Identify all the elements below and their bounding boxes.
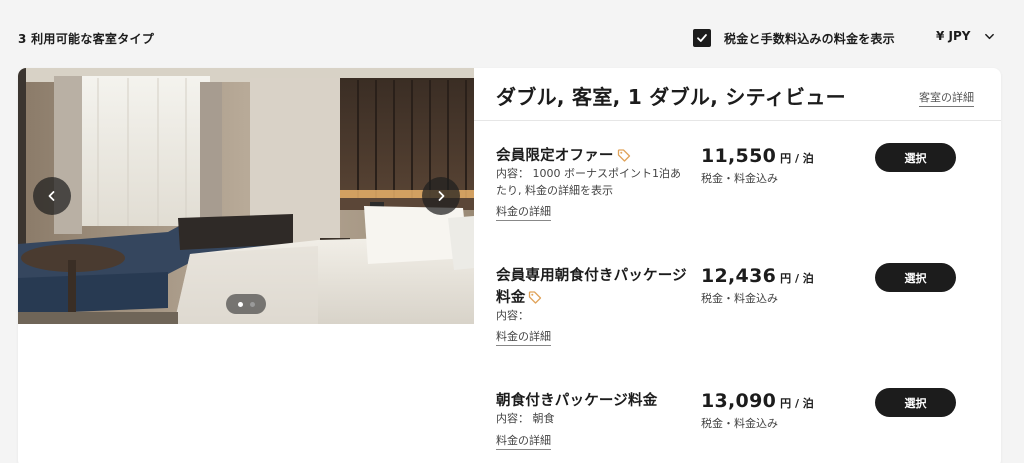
- tax-toggle-label: 税金と手数料込みの料金を表示: [724, 31, 895, 46]
- select-button[interactable]: 選択: [875, 388, 956, 417]
- price-amount: 13,090: [701, 390, 777, 412]
- photo-pagination: [226, 294, 266, 314]
- rate-name: 会員専用朝食付きパッケージ料金: [496, 268, 687, 306]
- checkbox-checked-icon[interactable]: [693, 29, 711, 47]
- rate-price: 13,090 円 / 泊: [701, 390, 814, 412]
- select-button[interactable]: 選択: [875, 143, 956, 172]
- rate-price: 12,436 円 / 泊: [701, 265, 814, 287]
- chevron-down-icon: [985, 33, 995, 39]
- chevron-left-icon: [48, 191, 55, 201]
- rate-name: 朝食付きパッケージ料金: [496, 393, 658, 409]
- room-photo: [18, 68, 474, 324]
- photo-next-button[interactable]: [422, 177, 460, 215]
- room-title: ダブル, 客室, 1 ダブル, シティビュー: [496, 85, 846, 109]
- price-unit: 円 / 泊: [780, 397, 814, 410]
- tag-icon: [529, 290, 542, 304]
- price-amount: 11,550: [701, 145, 777, 167]
- rate-name: 会員限定オファー: [496, 145, 691, 167]
- tag-icon: [617, 148, 630, 162]
- tax-note: 税金・料金込み: [701, 292, 778, 305]
- room-card: ダブル, 客室, 1 ダブル, シティビュー 客室の詳細 会員限定オファー 内容…: [18, 68, 1001, 463]
- currency-label: ¥ JPY: [936, 29, 971, 43]
- price-unit: 円 / 泊: [780, 272, 814, 285]
- rate-details-link[interactable]: 料金の詳細: [496, 432, 551, 450]
- rate-details-link[interactable]: 料金の詳細: [496, 203, 551, 221]
- pagination-dot[interactable]: [249, 301, 255, 307]
- price-unit: 円 / 泊: [780, 152, 814, 165]
- select-button[interactable]: 選択: [875, 263, 956, 292]
- currency-selector[interactable]: ¥ JPY: [936, 29, 995, 43]
- rate-option: 会員専用朝食付きパッケージ料金 内容： 料金の詳細 12,436 円 / 泊 税金…: [496, 263, 986, 346]
- tax-note: 税金・料金込み: [701, 417, 778, 430]
- rate-content: 内容： 朝食: [496, 412, 555, 425]
- photo-prev-button[interactable]: [33, 177, 71, 215]
- price-amount: 12,436: [701, 265, 777, 287]
- divider: [474, 120, 1001, 121]
- rate-price: 11,550 円 / 泊: [701, 145, 814, 167]
- rate-option: 朝食付きパッケージ料金 内容： 朝食 料金の詳細 13,090 円 / 泊 税金・…: [496, 388, 986, 450]
- rate-content: 内容：: [496, 309, 529, 322]
- rate-option: 会員限定オファー 内容： 1000 ボーナスポイント1泊あたり, 料金の詳細を表…: [496, 143, 986, 225]
- room-details-link[interactable]: 客室の詳細: [919, 89, 974, 107]
- tax-note: 税金・料金込み: [701, 172, 778, 185]
- pagination-dot-active[interactable]: [237, 301, 243, 307]
- tax-inclusive-toggle[interactable]: 税金と手数料込みの料金を表示: [693, 29, 895, 47]
- rate-content: 内容： 1000 ボーナスポイント1泊あたり, 料金の詳細を表示: [496, 167, 681, 197]
- chevron-right-icon: [438, 191, 445, 201]
- room-photo-carousel: [18, 68, 474, 324]
- available-room-count: 3 利用可能な客室タイプ: [18, 32, 155, 46]
- rate-details-link[interactable]: 料金の詳細: [496, 328, 551, 346]
- results-header: 3 利用可能な客室タイプ 税金と手数料込みの料金を表示 ¥ JPY: [0, 0, 1024, 68]
